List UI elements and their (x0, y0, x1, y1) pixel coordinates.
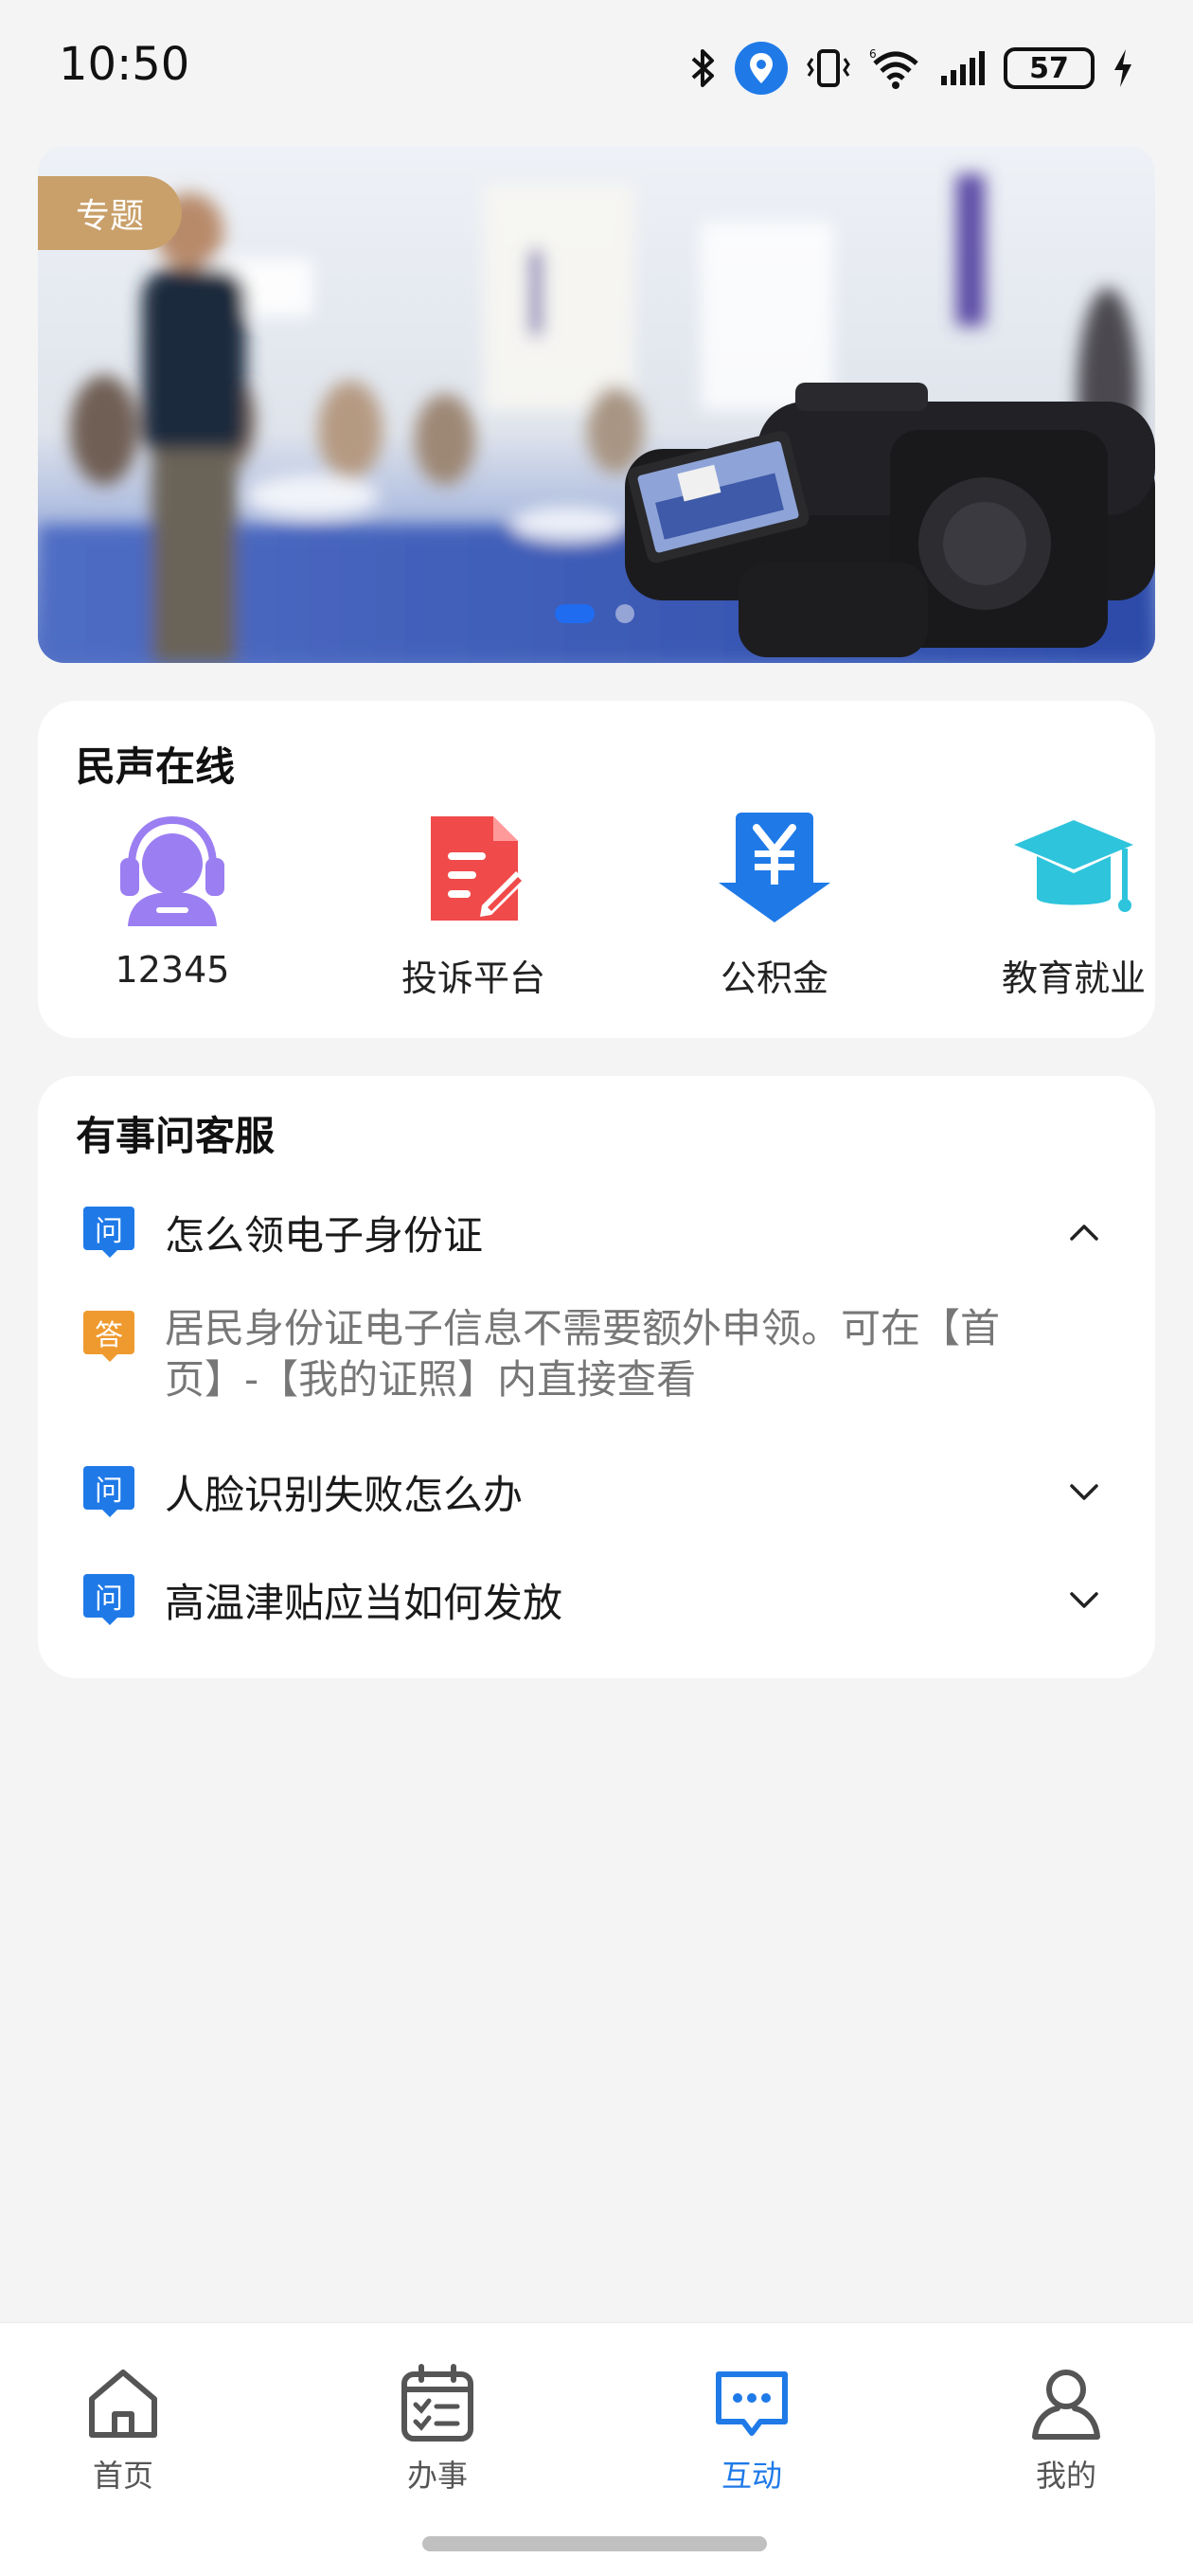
faq-question-row[interactable]: 问 怎么领电子身份证 (83, 1199, 1117, 1265)
services-card: 民声在线 12345 投诉平台 公积金 教育就业 (38, 701, 1155, 1038)
service-housing-fund[interactable]: 公积金 (670, 807, 879, 1006)
nav-label: 我的 (1035, 2458, 1096, 2494)
faq-question-row[interactable]: 问 人脸识别失败怎么办 (83, 1458, 1117, 1525)
faq-answer-text: 居民身份证电子信息不需要额外申领。可在【首 页】-【我的证照】内直接查看 (165, 1303, 1000, 1405)
chevron-down-icon[interactable] (1066, 1474, 1102, 1510)
banner-image (38, 146, 1155, 663)
vibrate-icon (807, 49, 850, 87)
graduation-cap-icon (1014, 820, 1133, 912)
answer-badge: 答 (83, 1311, 134, 1362)
calendar-tasks-icon (401, 2364, 473, 2442)
bluetooth-icon (691, 49, 714, 87)
answer-line-2: 页】-【我的证照】内直接查看 (165, 1356, 697, 1403)
faq-title: 有事问客服 (76, 1113, 276, 1159)
pagination-dot-active[interactable] (555, 604, 595, 623)
battery-icon: 57 (1004, 47, 1095, 89)
person-icon (1032, 2370, 1100, 2440)
banner-pagination (555, 604, 634, 623)
service-label: 公积金 (720, 957, 828, 999)
nav-label: 互动 (721, 2458, 782, 2494)
chat-bubble-icon (716, 2371, 788, 2436)
signal-icon (941, 51, 985, 85)
faq-question-text: 高温津贴应当如何发放 (165, 1579, 563, 1626)
service-12345[interactable]: 12345 (68, 807, 276, 1006)
status-icons: 6 57 (689, 40, 1134, 97)
service-label: 投诉平台 (401, 957, 545, 999)
status-bar: 10:50 6 57 (0, 0, 1193, 133)
question-badge: 问 (83, 1207, 134, 1258)
status-time: 10:50 (59, 38, 190, 91)
charging-icon (1114, 49, 1131, 87)
faq-answer: 答 居民身份证电子信息不需要额外申领。可在【首 页】-【我的证照】内直接查看 (83, 1303, 1098, 1405)
service-label: 12345 (115, 949, 230, 991)
home-indicator[interactable] (422, 2536, 767, 2551)
nav-profile[interactable]: 我的 (962, 2361, 1170, 2496)
service-label: 教育就业 (1001, 957, 1146, 999)
nav-services[interactable]: 办事 (333, 2361, 542, 2496)
nav-label: 首页 (92, 2458, 153, 2494)
chevron-down-icon[interactable] (1066, 1582, 1102, 1618)
customer-service-icon (120, 815, 224, 926)
nav-interaction[interactable]: 互动 (648, 2361, 856, 2496)
chevron-up-icon[interactable] (1066, 1214, 1102, 1250)
service-complaint-platform[interactable]: 投诉平台 (369, 807, 578, 1006)
location-icon (735, 42, 788, 95)
nav-label: 办事 (406, 2458, 468, 2494)
svg-text:6: 6 (869, 47, 877, 61)
service-education-employment[interactable]: 教育就业 (970, 807, 1178, 1006)
faq-question-text: 怎么领电子身份证 (165, 1211, 484, 1259)
faq-question-row[interactable]: 问 高温津贴应当如何发放 (83, 1566, 1117, 1633)
faq-card: 有事问客服 问 怎么领电子身份证 答 居民身份证电子信息不需要额外申领。可在【首… (38, 1076, 1155, 1678)
housing-fund-yen-icon (719, 813, 830, 922)
services-title: 民声在线 (76, 743, 236, 790)
nav-home[interactable]: 首页 (19, 2361, 227, 2496)
question-badge: 问 (83, 1574, 134, 1625)
home-icon (89, 2370, 157, 2438)
pagination-dot[interactable] (615, 604, 634, 623)
banner-tag: 专题 (38, 176, 183, 250)
featured-banner[interactable]: 专题 (38, 146, 1155, 663)
app-screen: 10:50 6 57 专题 民声在线 12345 投诉平台 公积金 教育就业 有… (0, 0, 1193, 2576)
complaint-document-icon (431, 816, 525, 921)
answer-line-1: 居民身份证电子信息不需要额外申领。可在【首 (165, 1305, 1001, 1351)
faq-question-text: 人脸识别失败怎么办 (165, 1471, 524, 1518)
wifi-6-icon: 6 (869, 47, 918, 89)
question-badge: 问 (83, 1466, 134, 1517)
